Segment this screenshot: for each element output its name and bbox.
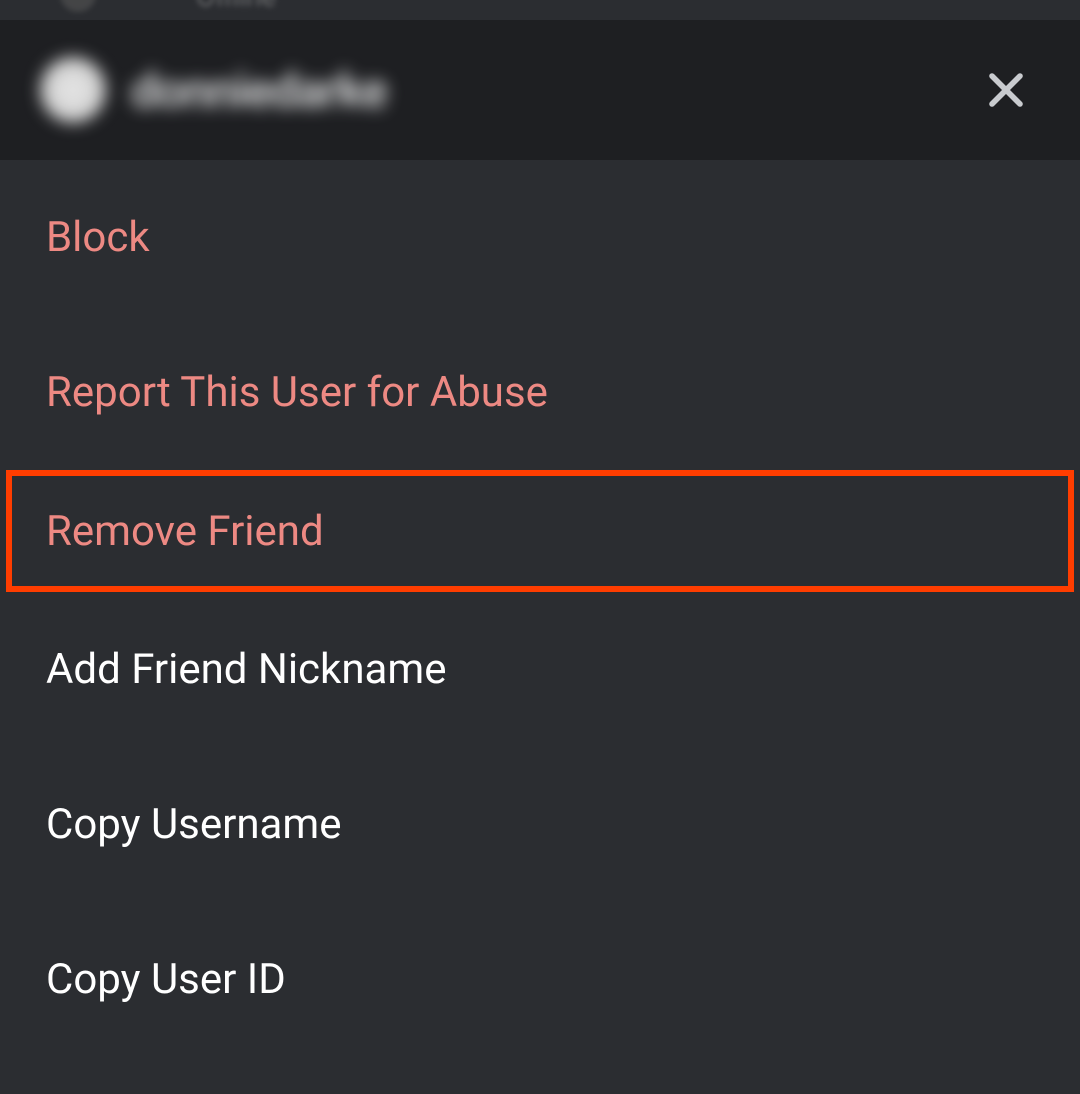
background-avatar [60,0,96,12]
background-status: Offline [196,0,276,13]
menu-label: Remove Friend [46,507,324,556]
menu-item-copy-username[interactable]: Copy Username [0,747,1080,902]
menu-label: Block [46,213,150,262]
menu-item-remove-friend[interactable]: Remove Friend [6,470,1074,592]
username-label: donniedarke [131,62,387,119]
menu-label: Report This User for Abuse [46,368,548,417]
menu-label: Copy Username [46,800,342,849]
menu-item-report[interactable]: Report This User for Abuse [0,315,1080,470]
menu-label: Copy User ID [46,955,286,1004]
user-avatar [40,57,106,123]
close-button[interactable] [972,56,1040,124]
sheet-header: donniedarke [0,20,1080,160]
context-menu: Block Report This User for Abuse Remove … [0,160,1080,1094]
menu-label: Add Friend Nickname [46,645,446,694]
background-strip: Offline [0,0,1080,20]
user-info: donniedarke [40,57,387,123]
menu-item-block[interactable]: Block [0,160,1080,315]
menu-item-add-nickname[interactable]: Add Friend Nickname [0,592,1080,747]
menu-item-copy-user-id[interactable]: Copy User ID [0,902,1080,1057]
close-icon [982,66,1030,114]
